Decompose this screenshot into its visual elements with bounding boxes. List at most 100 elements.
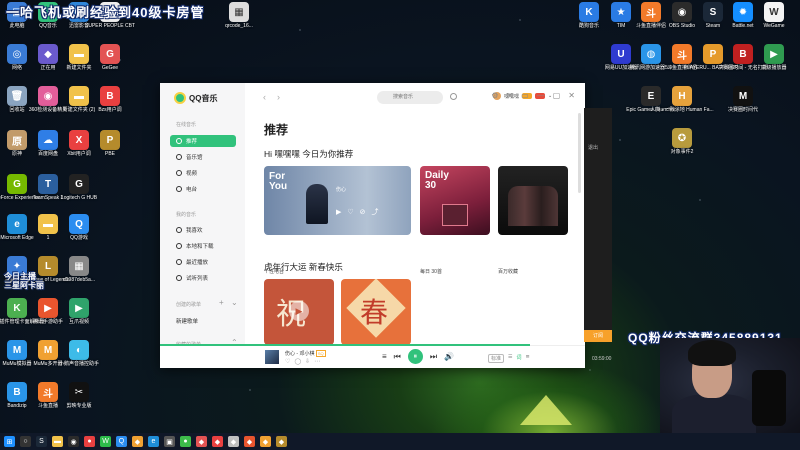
chrome-icon[interactable]: ● — [180, 436, 191, 447]
desktop-shortcut[interactable]: ◎ 网络 — [0, 44, 34, 84]
collapse-created-icon[interactable]: ⌄ — [231, 298, 238, 307]
previous-icon[interactable]: ⏮ — [394, 352, 401, 362]
desktop-shortcut[interactable]: ▶ 腾讯手游助手 — [31, 298, 65, 338]
desktop-shortcut[interactable]: G Logitech G HUB — [61, 174, 97, 214]
sidebar-item-online-3[interactable]: 电台 — [170, 183, 236, 195]
desktop-shortcut[interactable]: ▶ 高级播放器 — [757, 44, 791, 84]
sidebar-item-online-2[interactable]: 视频 — [170, 167, 236, 179]
app-icon[interactable]: ◆ — [260, 436, 271, 447]
forward-icon[interactable]: › — [277, 92, 280, 102]
desktop-shortcut[interactable]: ▬ 新建文件夹 (2) — [62, 86, 96, 126]
desktop-shortcut[interactable]: B Bzs用户调 — [93, 86, 127, 126]
exit-button[interactable]: 退出 — [588, 144, 598, 151]
qqmusic-logo[interactable]: QQ音乐 — [174, 92, 217, 104]
mail-icon[interactable]: ✉ — [506, 91, 513, 100]
app-icon[interactable]: ◆ — [228, 436, 239, 447]
sidebar-item-online-1[interactable]: 音乐馆 — [170, 151, 236, 163]
comment-icon[interactable]: ◯ — [294, 359, 305, 365]
desktop-shortcut[interactable]: M 决赛圈时间代 — [726, 86, 760, 126]
desktop-shortcut[interactable]: 🗑 回收站 — [0, 86, 34, 126]
more-icon[interactable]: ⋯ — [314, 359, 324, 365]
add-playlist-icon[interactable]: + — [219, 298, 224, 307]
qq-icon[interactable]: Q — [116, 436, 127, 447]
desktop-shortcut[interactable]: S Steam — [696, 2, 730, 42]
sidebar-item-mine-0[interactable]: 我喜欢 — [170, 224, 236, 236]
desktop-shortcut[interactable]: ▶ 互爪视频 — [62, 298, 96, 338]
miniplayer-icon[interactable]: ▭ — [521, 91, 529, 100]
download-icon[interactable]: ⇩ — [305, 359, 314, 365]
desktop-shortcut[interactable]: ◆ 正在用 — [31, 44, 65, 84]
sidebar-item-online-0[interactable]: 推荐 — [170, 135, 236, 147]
volume-icon[interactable]: 🔊 — [444, 352, 454, 361]
page-scrollbar[interactable] — [578, 113, 581, 193]
play-icon[interactable]: ▶ — [289, 301, 309, 321]
like-icon[interactable]: ♡ — [285, 359, 294, 365]
next-icon[interactable]: ⏭ — [430, 352, 437, 362]
maximize-icon[interactable]: ▢ — [553, 91, 561, 100]
desktop-shortcut[interactable]: ✂ 剪映专业版 — [62, 382, 96, 422]
desktop-shortcut[interactable]: P PBE — [93, 130, 127, 170]
minimize-icon[interactable]: — — [537, 91, 545, 100]
queue-icon[interactable]: ≡ — [382, 352, 387, 361]
desktop-shortcut[interactable]: ☁ 百度网盘 — [31, 130, 65, 170]
desktop-shortcut[interactable]: X Xbit用户调 — [62, 130, 96, 170]
desktop-shortcut[interactable]: ◐ 小鹅声音播控助手 — [59, 340, 99, 380]
million-card[interactable] — [498, 166, 568, 235]
desktop-shortcut[interactable]: T TeamSpeak 3 — [31, 174, 65, 214]
search-input[interactable] — [377, 91, 443, 104]
settings-icon[interactable]: ⚙ — [491, 91, 498, 100]
desktop-shortcut[interactable]: ✹ Battle.net — [726, 2, 760, 42]
lyrics-button[interactable]: 词 — [517, 354, 522, 363]
desktop-shortcut[interactable]: ◉ OBS Studio — [665, 2, 699, 42]
desktop-shortcut[interactable]: G GeGee — [93, 44, 127, 84]
desktop-shortcut[interactable]: ▦ d1987deb5a... — [62, 256, 96, 296]
desktop-shortcut[interactable]: M MuMu模拟器 — [0, 340, 34, 380]
pause-icon[interactable]: ⏸ — [407, 349, 423, 364]
desktop-shortcut[interactable]: K 酷狗音乐 — [572, 2, 606, 42]
play-progress[interactable] — [160, 344, 530, 346]
quality-button[interactable]: 标准 — [488, 354, 505, 363]
back-icon[interactable]: ‹ — [263, 92, 266, 102]
search-icon[interactable]: ○ — [20, 436, 31, 447]
chrome-icon[interactable]: ● — [84, 436, 95, 447]
folder-icon[interactable]: ▬ — [52, 436, 63, 447]
app-icon[interactable]: ◆ — [196, 436, 207, 447]
sidebar-item-mine-3[interactable]: 试听列表 — [170, 272, 236, 284]
desktop-shortcut[interactable]: H 人类 - 一败涂地 Human Fa... — [650, 86, 714, 126]
desktop-shortcut[interactable]: ▬ 1 — [31, 214, 65, 254]
album-thumbnail[interactable] — [265, 350, 279, 364]
desktop-shortcut[interactable]: B 决赛圈时间 - 无名打擂 — [718, 44, 768, 84]
steam-icon[interactable]: S — [36, 436, 47, 447]
desktop-shortcut[interactable]: Q QQ游戏 — [62, 214, 96, 254]
app-icon[interactable]: ◆ — [244, 436, 255, 447]
desktop-shortcut[interactable]: KKSS插件管理卡面解锁器 — [0, 298, 45, 338]
playlist-icon[interactable]: ≣ — [526, 354, 530, 363]
obs-icon[interactable]: ◉ — [68, 436, 79, 447]
app-icon[interactable]: ◆ — [132, 436, 143, 447]
desktop-shortcut[interactable]: 斗斗鱼直播 — [31, 382, 65, 422]
desktop-shortcut[interactable]: E Epic Games Launcher — [626, 86, 676, 126]
sidebar-item-new-playlist[interactable]: 新建歌单 — [170, 315, 236, 327]
radio-card[interactable]: For You 伤心 ▶♡⊘⤴ — [264, 166, 411, 235]
edge-icon[interactable]: e — [148, 436, 159, 447]
sidebar-item-mine-2[interactable]: 最近播放 — [170, 256, 236, 268]
app-icon[interactable]: ◆ — [212, 436, 223, 447]
daily30-card[interactable]: Daily 30 — [420, 166, 490, 235]
desktop-shortcut[interactable]: 原原神 — [0, 130, 34, 170]
desktop-shortcut[interactable]: U 网易UU加速器 — [604, 44, 638, 84]
desktop-shortcut[interactable]: 斗斗鱼直播伴侣 — [634, 2, 668, 42]
desktop-shortcut[interactable]: ◍ 腾讯网游加速器5.0 — [630, 44, 672, 84]
play-mode-icon[interactable]: ☰ — [508, 354, 512, 363]
close-icon[interactable]: ✕ — [568, 91, 575, 100]
wechat-icon[interactable]: W — [100, 436, 111, 447]
desktop-shortcut[interactable]: P PLAYERU... BATTLEGR... — [684, 44, 742, 84]
festival-card-1[interactable]: 祝 ▶ — [264, 279, 334, 345]
desktop-shortcut[interactable]: ★ TIM — [604, 2, 638, 42]
desktop-shortcut[interactable]: ◉ 360检测设备精灵 — [29, 86, 67, 126]
desktop-shortcut[interactable]: M MuMu多开器 — [31, 340, 65, 380]
festival-card-2[interactable]: 春 — [341, 279, 411, 345]
app-icon[interactable]: ◆ — [276, 436, 287, 447]
listen-recognize-icon[interactable] — [450, 93, 457, 100]
desktop-shortcut[interactable]: e Microsoft Edge — [0, 214, 34, 254]
desktop-shortcut[interactable]: 斗斗鱼直播伴侣 — [665, 44, 699, 84]
